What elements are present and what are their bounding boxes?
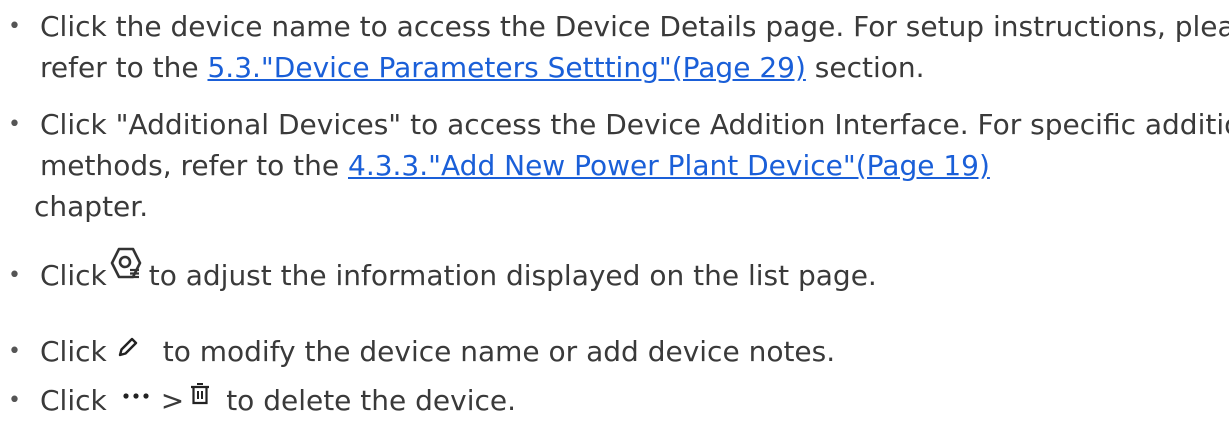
item-text-pre: Click (40, 259, 107, 292)
item-text-post: chapter. (34, 190, 149, 223)
item-text-pre: Click (40, 384, 107, 417)
item-text-post: to adjust the information displayed on t… (148, 259, 877, 292)
add-power-plant-device-link[interactable]: 4.3.3."Add New Power Plant Device"(Page … (348, 149, 990, 182)
list-item: • Click > to delete the device. (0, 380, 1229, 421)
device-parameters-link[interactable]: 5.3."Device Parameters Settting"(Page 29… (207, 51, 805, 84)
item-text-post: to modify the device name or add device … (162, 335, 836, 368)
separator: > (160, 384, 185, 417)
item-text-pre: Click (40, 335, 107, 368)
list-item: • Click "Additional Devices" to access t… (0, 104, 1229, 227)
trash-icon (190, 383, 210, 405)
item-text: Click the device name to access the Devi… (40, 10, 1229, 84)
item-text-post: section. (805, 51, 925, 84)
bullet: • (8, 14, 21, 39)
more-dots-icon (121, 391, 151, 401)
list-item: • Click the device name to access the De… (0, 6, 1229, 88)
bullet: • (8, 339, 21, 364)
item-text: Click "Additional Devices" to access the… (34, 108, 1229, 223)
list-item: • Click to adjust the information displa… (0, 247, 1229, 296)
item-text-post: to delete the device. (226, 384, 517, 417)
pencil-icon (117, 336, 139, 358)
bullet: • (8, 263, 21, 288)
bullet: • (8, 112, 21, 137)
bullet: • (8, 388, 21, 413)
list-item: • Click to modify the device name or add… (0, 331, 1229, 372)
list-settings-icon (109, 246, 143, 280)
